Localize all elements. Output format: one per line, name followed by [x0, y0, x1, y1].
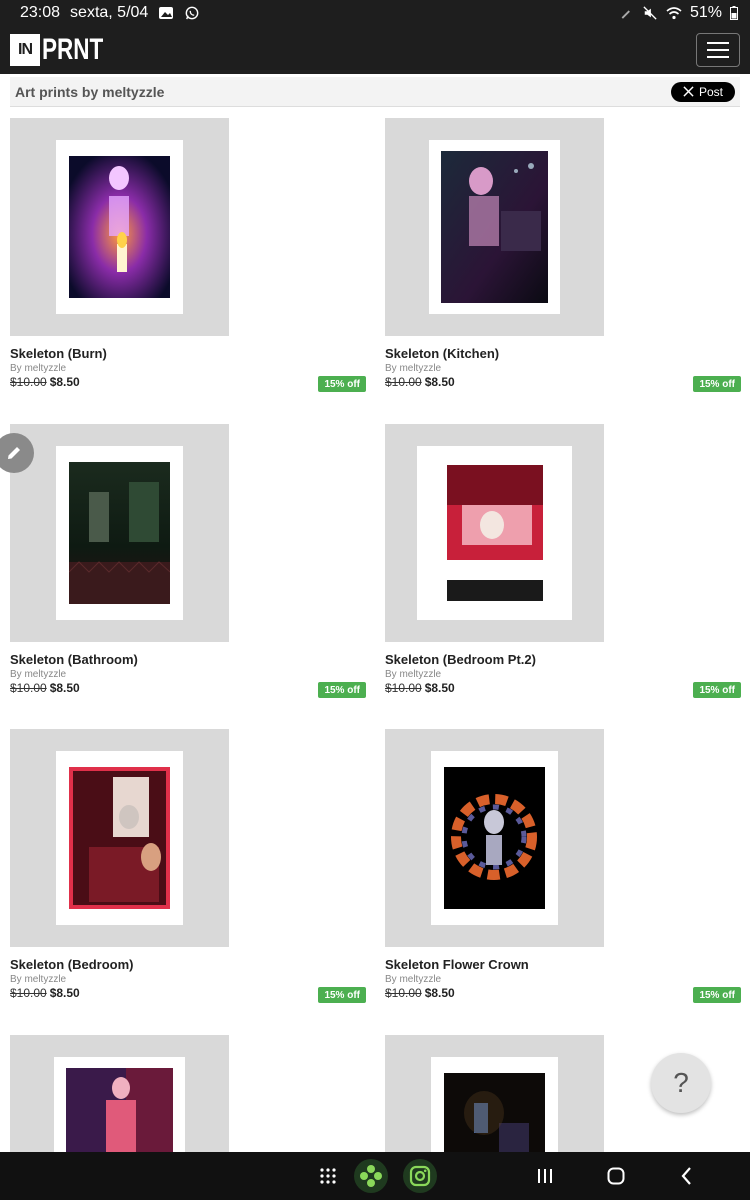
product-thumbnail[interactable]: [10, 1035, 229, 1152]
pen-icon: [621, 10, 630, 19]
sale-price: $8.50: [49, 375, 80, 389]
product-card[interactable]: Skeleton (Bedroom) By meltyzzle $10.00 $8…: [10, 729, 366, 1007]
product-price: $10.00 $8.50: [10, 375, 80, 389]
old-price: $10.00: [385, 375, 422, 389]
product-price: $10.00 $8.50: [385, 375, 455, 389]
product-name[interactable]: Skeleton (Burn): [10, 346, 107, 361]
page: 23:08 sexta, 5/04 51% IN PRNT Art prints…: [0, 0, 750, 1200]
product-name[interactable]: Skeleton (Bedroom): [10, 957, 134, 972]
inprnt-logo[interactable]: IN PRNT: [10, 34, 124, 66]
old-price: $10.00: [385, 986, 422, 1000]
sale-price: $8.50: [49, 681, 80, 695]
artwork-image: [444, 767, 545, 909]
product-card[interactable]: Skeleton (Kitchen) By meltyzzle $10.00 $8…: [385, 118, 741, 396]
gallery-icon: [159, 7, 174, 19]
logo-box: IN: [10, 34, 40, 66]
product-thumbnail[interactable]: [10, 118, 229, 336]
battery-percent: 51%: [689, 4, 722, 21]
product-thumbnail[interactable]: [10, 729, 229, 947]
product-card[interactable]: Skeleton (Bedroom Pt.2) By meltyzzle $10…: [385, 424, 741, 702]
status-time: 23:08: [20, 4, 61, 21]
product-price: $10.00 $8.50: [385, 681, 455, 695]
discount-badge: 15% off: [693, 682, 741, 698]
artwork-image: [66, 1068, 173, 1152]
sale-price: $8.50: [49, 986, 80, 1000]
product-card[interactable]: Skeleton (Bathroom) By meltyzzle $10.00 $…: [10, 424, 366, 702]
instagram-icon[interactable]: [403, 1159, 437, 1193]
product-card[interactable]: [10, 1035, 366, 1152]
menu-line: [707, 49, 729, 51]
mute-icon: [643, 6, 657, 20]
product-price: $10.00 $8.50: [385, 986, 455, 1000]
product-card[interactable]: Skeleton Flower Crown By meltyzzle $10.0…: [385, 729, 741, 1007]
artwork-image: [444, 1073, 545, 1152]
artwork-image: [447, 465, 543, 601]
product-price: $10.00 $8.50: [10, 986, 80, 1000]
app-drawer-icon[interactable]: [312, 1160, 344, 1192]
x-post-button[interactable]: Post: [670, 81, 735, 102]
product-artist[interactable]: By meltyzzle: [10, 363, 66, 374]
product-artist[interactable]: By meltyzzle: [385, 974, 441, 985]
page-title: Art prints by meltyzzle: [15, 83, 165, 100]
x-post-label: Post: [698, 84, 723, 99]
back-icon[interactable]: [672, 1160, 702, 1192]
help-button[interactable]: ?: [651, 1053, 711, 1113]
menu-line: [707, 42, 729, 44]
discount-badge: 15% off: [693, 376, 741, 392]
flower-app-icon[interactable]: [354, 1159, 388, 1193]
discount-badge: 15% off: [318, 376, 366, 392]
old-price: $10.00: [385, 681, 422, 695]
artwork-image: [69, 462, 170, 604]
site-header: IN PRNT: [0, 26, 750, 74]
status-date: sexta, 5/04: [70, 4, 149, 21]
artwork-image: [69, 767, 170, 909]
product-artist[interactable]: By meltyzzle: [385, 363, 441, 374]
product-thumbnail[interactable]: [385, 1035, 604, 1152]
page-subheader: Art prints by meltyzzle Post: [10, 77, 740, 107]
android-nav-bar: [0, 1152, 750, 1200]
x-logo-icon: [683, 86, 694, 97]
product-thumbnail[interactable]: [385, 118, 604, 336]
discount-badge: 15% off: [318, 682, 366, 698]
status-bar: 23:08 sexta, 5/04 51%: [0, 0, 750, 26]
home-icon[interactable]: [600, 1160, 632, 1192]
sale-price: $8.50: [424, 681, 455, 695]
product-name[interactable]: Skeleton Flower Crown: [385, 957, 529, 972]
artwork-image: [69, 156, 170, 298]
pencil-icon: [8, 447, 20, 459]
old-price: $10.00: [10, 375, 47, 389]
old-price: $10.00: [10, 986, 47, 1000]
product-thumbnail[interactable]: [10, 424, 229, 642]
hamburger-menu-button[interactable]: [696, 33, 740, 67]
wifi-icon: [666, 7, 682, 20]
product-thumbnail[interactable]: [385, 729, 604, 947]
logo-text: PRNT: [42, 33, 104, 66]
sale-price: $8.50: [424, 375, 455, 389]
product-artist[interactable]: By meltyzzle: [10, 669, 66, 680]
menu-line: [707, 56, 729, 58]
product-name[interactable]: Skeleton (Bedroom Pt.2): [385, 652, 536, 667]
discount-badge: 15% off: [318, 987, 366, 1003]
artwork-image: [441, 151, 548, 303]
product-price: $10.00 $8.50: [10, 681, 80, 695]
discount-badge: 15% off: [693, 987, 741, 1003]
product-thumbnail[interactable]: [385, 424, 604, 642]
sale-price: $8.50: [424, 986, 455, 1000]
product-card[interactable]: Skeleton (Burn) By meltyzzle $10.00 $8.50…: [10, 118, 366, 396]
product-artist[interactable]: By meltyzzle: [10, 974, 66, 985]
product-artist[interactable]: By meltyzzle: [385, 669, 441, 680]
battery-icon: [730, 6, 738, 20]
product-name[interactable]: Skeleton (Bathroom): [10, 652, 138, 667]
whatsapp-icon: [185, 6, 199, 20]
recent-apps-icon[interactable]: [530, 1160, 560, 1192]
old-price: $10.00: [10, 681, 47, 695]
product-name[interactable]: Skeleton (Kitchen): [385, 346, 499, 361]
